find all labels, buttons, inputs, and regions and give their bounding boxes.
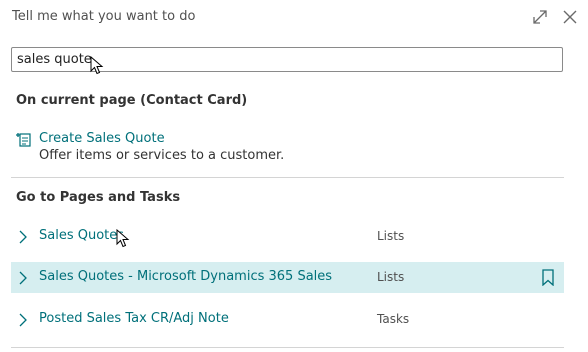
- result-row-posted-sales-tax[interactable]: Posted Sales Tax CR/Adj Note Tasks: [11, 304, 564, 335]
- result-category: Lists: [377, 229, 405, 243]
- result-category: Tasks: [377, 312, 410, 326]
- result-name[interactable]: Sales Quotes: [39, 228, 124, 243]
- result-row-sales-quotes[interactable]: Sales Quotes Lists: [11, 221, 564, 252]
- dialog-title: Tell me what you want to do: [12, 9, 196, 24]
- create-document-icon: [16, 133, 31, 147]
- mouse-cursor-icon: [116, 229, 130, 248]
- bookmark-icon[interactable]: [541, 269, 555, 286]
- tell-me-dialog: Tell me what you want to do On current p…: [0, 0, 588, 352]
- result-name[interactable]: Posted Sales Tax CR/Adj Note: [39, 311, 229, 326]
- result-name[interactable]: Sales Quotes - Microsoft Dynamics 365 Sa…: [39, 269, 332, 284]
- action-description: Offer items or services to a customer.: [39, 148, 285, 163]
- divider: [11, 347, 564, 348]
- chevron-right-icon: [19, 271, 27, 285]
- current-page-heading: On current page (Contact Card): [16, 93, 248, 108]
- close-icon[interactable]: [562, 9, 578, 25]
- result-category: Lists: [377, 270, 405, 284]
- result-row-sales-quotes-dynamics[interactable]: Sales Quotes - Microsoft Dynamics 365 Sa…: [11, 262, 564, 293]
- chevron-right-icon: [19, 313, 27, 327]
- divider: [11, 177, 564, 178]
- chevron-right-icon: [19, 230, 27, 244]
- create-sales-quote-link[interactable]: Create Sales Quote: [39, 131, 165, 146]
- expand-icon[interactable]: [532, 9, 548, 25]
- mouse-cursor-icon: [90, 56, 104, 75]
- pages-tasks-heading: Go to Pages and Tasks: [16, 190, 181, 205]
